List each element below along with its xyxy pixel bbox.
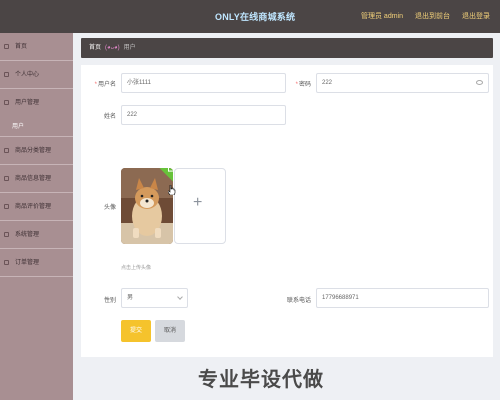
category-icon [4, 148, 9, 153]
top-bar: ONLY在线商城系统 管理员 admin 退出到前台 退出登录 [0, 0, 500, 33]
phone-input[interactable]: 17796688971 [316, 288, 489, 308]
breadcrumb-home[interactable]: 首页 [89, 45, 101, 51]
gear-icon [4, 232, 9, 237]
logout-link[interactable]: 退出登录 [462, 11, 490, 21]
sidebar-item-system-management[interactable]: 系统管理 [0, 221, 73, 249]
gender-value: 男 [127, 295, 134, 301]
name-label: 姓名 [103, 114, 116, 120]
sidebar-item-home[interactable]: 首页 [0, 33, 73, 61]
sidebar-item-label: 订单管理 [15, 260, 40, 266]
home-icon [4, 44, 9, 49]
product-icon [4, 176, 9, 181]
check-icon [168, 168, 173, 172]
avatar-label: 头像 [103, 205, 116, 211]
order-icon [4, 260, 9, 265]
name-input[interactable]: 222 [121, 105, 286, 125]
submit-button[interactable]: 提交 [121, 320, 151, 342]
gender-label: 性别 [103, 298, 116, 304]
chevron-down-icon [177, 294, 183, 300]
sidebar: 首页 个人中心 用户管理 用户 商品分类管理 商品信息管理 商品评价管理 系统管… [0, 33, 73, 400]
users-icon [4, 100, 9, 105]
sidebar-item-order-management[interactable]: 订单管理 [0, 249, 73, 277]
watermark-text: 专业毕设代做 [198, 369, 324, 391]
main-content: 首页 (◕ᴗ◕) 用户 *用户名 小张1111 *密码 222 姓名 222 头像 [73, 33, 500, 400]
dog-photo [121, 168, 173, 244]
sidebar-item-label: 用户 [12, 124, 25, 130]
password-input[interactable]: 222 [316, 73, 489, 93]
sidebar-item-label: 个人中心 [15, 72, 40, 78]
breadcrumb-separator: (◕ᴗ◕) [105, 45, 120, 51]
back-to-front-link[interactable]: 退出到前台 [415, 11, 450, 21]
app-title: ONLY在线商城系统 [215, 12, 296, 22]
avatar-upload-button[interactable]: + [174, 168, 226, 244]
phone-label: 联系电话 [286, 298, 311, 304]
sidebar-item-label: 首页 [15, 44, 28, 50]
review-icon [4, 204, 9, 209]
avatar-image[interactable] [121, 168, 173, 244]
avatar-hint: 点击上传头像 [121, 265, 152, 271]
user-form: *用户名 小张1111 *密码 222 姓名 222 头像 + 点击上传头像 性… [81, 65, 493, 357]
cancel-button[interactable]: 取消 [155, 320, 185, 342]
required-mark: * [94, 82, 97, 88]
password-value: 222 [322, 80, 333, 86]
user-icon [4, 72, 9, 77]
sidebar-item-users[interactable]: 用户 [0, 117, 73, 137]
gender-select[interactable]: 男 [121, 288, 188, 308]
hand-cursor-icon [168, 185, 176, 195]
sidebar-item-category-management[interactable]: 商品分类管理 [0, 137, 73, 165]
sidebar-item-label: 商品评价管理 [15, 204, 52, 210]
password-label: *密码 [295, 82, 311, 88]
plus-icon: + [193, 194, 203, 211]
sidebar-item-product-management[interactable]: 商品信息管理 [0, 165, 73, 193]
sidebar-item-review-management[interactable]: 商品评价管理 [0, 193, 73, 221]
breadcrumb: 首页 (◕ᴗ◕) 用户 [81, 38, 493, 58]
sidebar-item-label: 系统管理 [15, 232, 40, 238]
sidebar-item-user-management[interactable]: 用户管理 [0, 89, 73, 117]
sidebar-item-profile[interactable]: 个人中心 [0, 61, 73, 89]
username-input[interactable]: 小张1111 [121, 73, 286, 93]
header-links: 管理员 admin 退出到前台 退出登录 [361, 11, 490, 21]
required-mark: * [295, 82, 298, 88]
eye-icon[interactable] [476, 80, 483, 85]
admin-label: 管理员 admin [360, 13, 403, 20]
sidebar-item-label: 用户管理 [15, 100, 40, 106]
sidebar-item-label: 商品信息管理 [15, 176, 52, 182]
username-label: *用户名 [94, 82, 116, 88]
breadcrumb-current: 用户 [123, 45, 136, 51]
sidebar-item-label: 商品分类管理 [15, 148, 52, 154]
